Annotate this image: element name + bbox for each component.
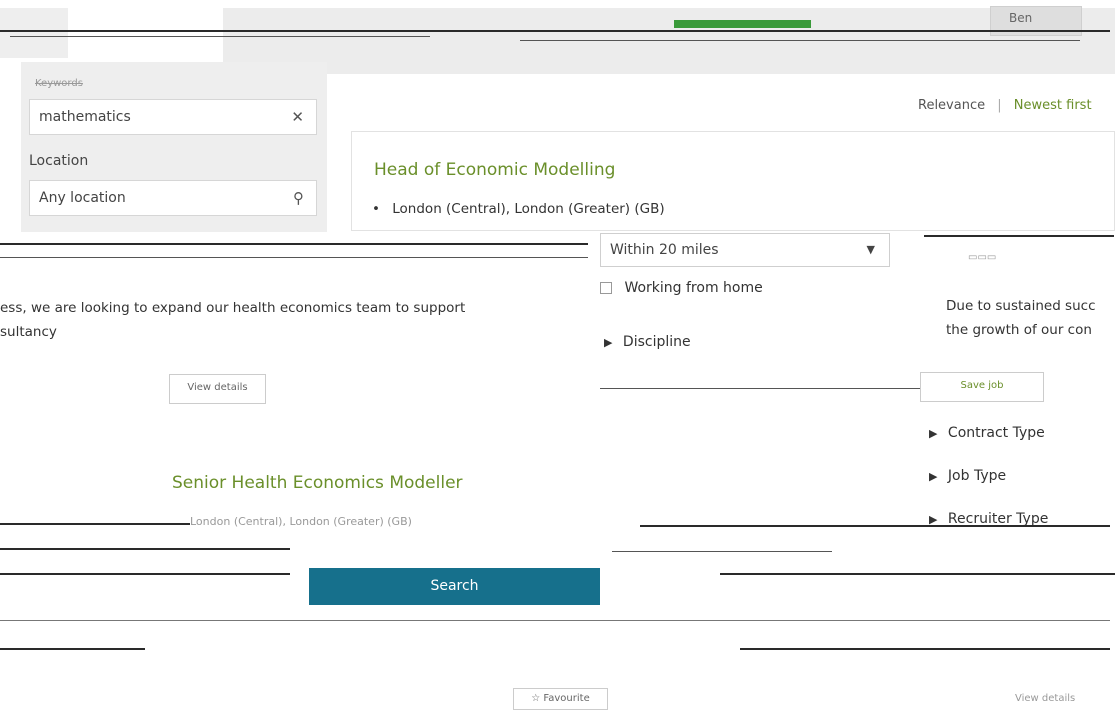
header-grey-button-label: Ben	[1009, 11, 1033, 25]
triangle-right-icon: ▶	[929, 427, 938, 440]
sort-options: Relevance | Newest first	[918, 98, 1092, 113]
render-artifact	[520, 40, 1080, 41]
map-pin-icon: ⚲	[293, 189, 304, 207]
sort-separator: |	[997, 98, 1002, 113]
job-type-faint: ▭▭▭	[968, 252, 997, 263]
render-artifact	[740, 648, 1110, 650]
search-button[interactable]: Search	[309, 568, 600, 605]
view-details-label: View details	[187, 382, 248, 393]
render-artifact	[600, 388, 920, 389]
render-artifact	[0, 523, 190, 525]
location-field[interactable]: Any location ⚲	[29, 180, 317, 216]
sort-relevance[interactable]: Relevance	[918, 98, 985, 113]
star-icon: ☆	[531, 693, 544, 704]
render-artifact	[0, 257, 588, 258]
search-button-label: Search	[430, 578, 479, 594]
job-description-left: ess, we are looking to expand our health…	[0, 296, 590, 344]
distance-select[interactable]: Within 20 miles ▼	[600, 233, 890, 267]
job-title[interactable]: Head of Economic Modelling	[374, 160, 615, 180]
render-artifact	[0, 573, 290, 575]
view-details-button[interactable]: View details	[169, 374, 266, 404]
keywords-field[interactable]: mathematics ✕	[29, 99, 317, 135]
keywords-label: Keywords	[35, 78, 83, 89]
render-artifact	[0, 548, 290, 550]
top-search-bar	[223, 8, 1115, 74]
render-artifact	[0, 30, 1110, 32]
job-description-left-line1: ess, we are looking to expand our health…	[0, 300, 466, 316]
job-description-left-line2: sultancy	[0, 324, 57, 340]
save-job-label: Save job	[960, 380, 1004, 391]
keywords-value: mathematics	[39, 109, 131, 125]
facet-job-type[interactable]: ▶ Job Type	[929, 468, 1006, 484]
job-location-text: London (Central), London (Greater) (GB)	[392, 201, 665, 217]
favourite-button[interactable]: ☆ Favourite	[513, 688, 608, 710]
facet-contract-type-label: Contract Type	[947, 425, 1045, 441]
render-artifact	[640, 525, 1110, 527]
facet-job-type-label: Job Type	[947, 468, 1007, 484]
job2-location: London (Central), London (Greater) (GB)	[190, 515, 412, 528]
distance-value: Within 20 miles	[610, 242, 719, 258]
save-job-button[interactable]: Save job	[920, 372, 1044, 402]
job-description-right-line2: the growth of our con	[946, 322, 1092, 338]
working-from-home[interactable]: Working from home	[600, 280, 763, 296]
chevron-down-icon: ▼	[866, 243, 875, 256]
render-artifact	[924, 235, 1114, 237]
job-location: • London (Central), London (Greater) (GB…	[372, 201, 665, 217]
sort-newest[interactable]: Newest first	[1014, 98, 1092, 113]
working-from-home-label: Working from home	[624, 280, 763, 296]
close-icon[interactable]: ✕	[291, 100, 304, 134]
job-description-right-line1: Due to sustained succ	[946, 298, 1096, 314]
triangle-right-icon: ▶	[929, 470, 938, 483]
render-artifact	[612, 551, 832, 552]
facet-discipline-label: Discipline	[622, 334, 691, 350]
favourite-label: Favourite	[543, 693, 590, 704]
facet-discipline[interactable]: ▶ Discipline	[604, 334, 691, 350]
bullet: •	[372, 201, 380, 217]
job-title-2[interactable]: Senior Health Economics Modeller	[172, 473, 463, 493]
render-artifact	[0, 243, 588, 245]
back-button[interactable]	[0, 8, 68, 58]
render-artifact	[0, 620, 1110, 621]
location-placeholder: Any location	[39, 190, 126, 206]
render-artifact	[0, 648, 145, 650]
triangle-right-icon: ▶	[604, 336, 613, 349]
render-artifact	[720, 573, 1115, 575]
green-tab[interactable]	[674, 20, 811, 28]
view-details-link-2[interactable]: View details	[1015, 693, 1075, 704]
location-label: Location	[29, 153, 89, 169]
facet-contract-type[interactable]: ▶ Contract Type	[929, 425, 1045, 441]
render-artifact	[10, 36, 430, 37]
checkbox[interactable]	[600, 282, 612, 294]
job-description-right: Due to sustained succ the growth of our …	[946, 294, 1096, 342]
